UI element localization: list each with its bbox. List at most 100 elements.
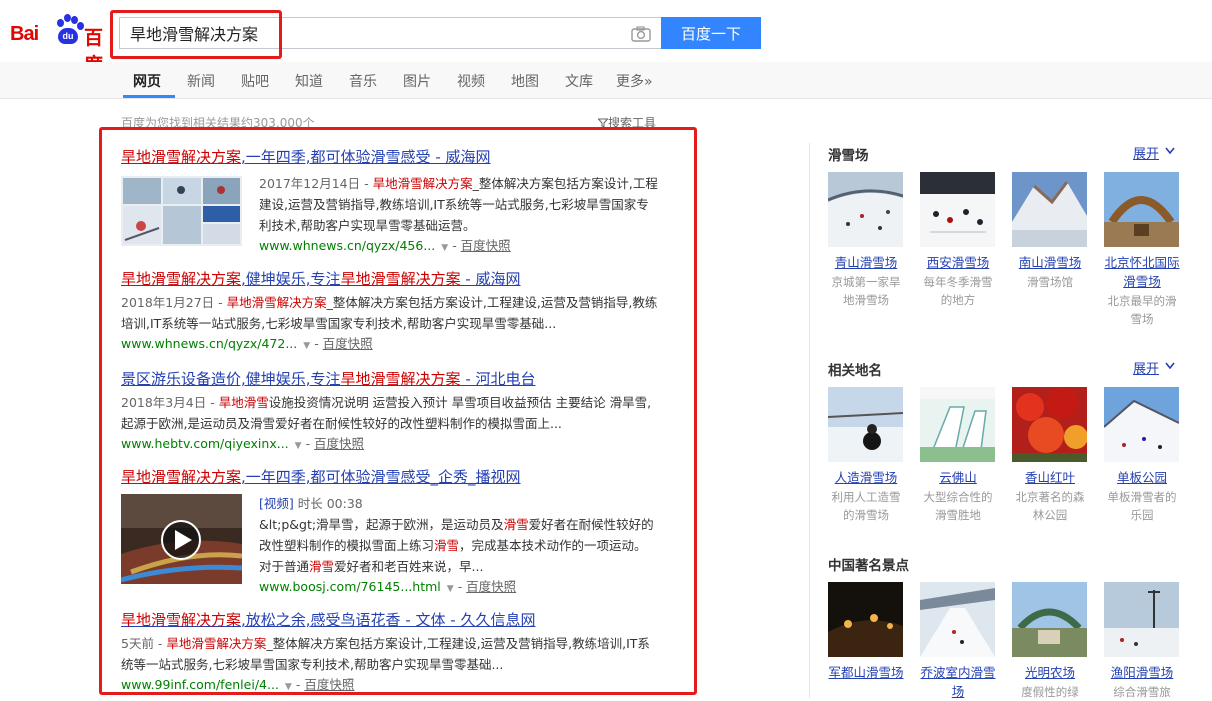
entity-card[interactable]: 云佛山 大型综合性的滑雪胜地 <box>920 387 996 524</box>
header: Bai du 百度 百度一下 <box>0 0 1212 76</box>
card-name[interactable]: 单板公园 <box>1104 468 1180 487</box>
filter-icon <box>597 118 609 128</box>
card-name[interactable]: 军都山滑雪场 <box>828 663 904 682</box>
cache-link[interactable]: 百度快照 <box>323 336 373 351</box>
tab-images[interactable]: 图片 <box>403 71 431 91</box>
chevron-down-icon[interactable] <box>1165 147 1175 155</box>
entity-card[interactable]: 南山滑雪场 滑雪场馆 <box>1012 172 1088 291</box>
expand-link[interactable]: 展开 <box>1133 143 1159 162</box>
result-url[interactable]: www.boosj.com/76145...html <box>259 579 441 594</box>
card-name[interactable]: 南山滑雪场 <box>1012 253 1088 272</box>
card-image[interactable] <box>920 387 995 462</box>
card-name[interactable]: 人造滑雪场 <box>828 468 904 487</box>
card-image[interactable] <box>828 172 903 247</box>
video-thumbnail[interactable] <box>121 494 242 584</box>
card-image[interactable] <box>1104 387 1179 462</box>
chevron-down-icon[interactable]: ▼ <box>303 341 310 351</box>
card-name[interactable]: 云佛山 <box>920 468 996 487</box>
search-input[interactable] <box>130 18 610 48</box>
tab-map[interactable]: 地图 <box>511 71 539 91</box>
card-image[interactable] <box>1012 582 1087 657</box>
tab-web[interactable]: 网页 <box>133 71 161 91</box>
entity-card[interactable]: 北京怀北国际滑雪场 北京最早的滑雪场 <box>1104 172 1180 328</box>
card-name[interactable]: 光明农场 <box>1012 663 1088 682</box>
card-name[interactable]: 北京怀北国际滑雪场 <box>1104 253 1180 291</box>
result-title[interactable]: 旱地滑雪解决方案,一年四季,都可体验滑雪感受_企秀_播视网 <box>121 468 521 486</box>
result-title[interactable]: 景区游乐设备造价,健坤娱乐,专注旱地滑雪解决方案 - 河北电台 <box>121 370 536 388</box>
result-title[interactable]: 旱地滑雪解决方案,健坤娱乐,专注旱地滑雪解决方案 - 威海网 <box>121 270 521 288</box>
result-url-line: www.boosj.com/76145...html ▼ - 百度快照 <box>259 579 517 594</box>
entity-card[interactable]: 光明农场 度假性的绿 <box>1012 582 1088 701</box>
card-desc: 大型综合性的滑雪胜地 <box>923 490 993 522</box>
tab-more[interactable]: 更多» <box>616 71 653 91</box>
result-thumbnail[interactable] <box>121 176 242 246</box>
result-content: [视频] 时长 00:38 &lt;p&gt;滑旱雪，起源于欧洲，是运动员及滑雪… <box>259 493 659 599</box>
result-item: 旱地滑雪解决方案,健坤娱乐,专注旱地滑雪解决方案 - 威海网 2018年1月27… <box>121 268 661 356</box>
section-title-famous-sights: 中国著名景点 <box>828 558 909 574</box>
card-name[interactable]: 西安滑雪场 <box>920 253 996 272</box>
search-button[interactable]: 百度一下 <box>661 17 761 49</box>
entity-card[interactable]: 单板公园 单板滑雪者的乐园 <box>1104 387 1180 524</box>
chevron-down-icon[interactable] <box>1165 362 1175 370</box>
cache-link[interactable]: 百度快照 <box>466 579 516 594</box>
result-url[interactable]: www.hebtv.com/qiyexinx... <box>121 436 289 451</box>
entity-card[interactable]: 乔波室内滑雪场 <box>920 582 996 701</box>
entity-card[interactable]: 青山滑雪场 京城第一家旱地滑雪场 <box>828 172 904 309</box>
result-abstract: 2017年12月14日 - 旱地滑雪解决方案_整体解决方案包括方案设计,工程建设… <box>259 176 658 233</box>
entity-card[interactable]: 渔阳滑雪场 综合滑雪旅 <box>1104 582 1180 701</box>
result-abstract: &lt;p&gt;滑旱雪，起源于欧洲，是运动员及滑雪爱好者在耐候性较好的改性塑料… <box>259 517 654 574</box>
card-name[interactable]: 青山滑雪场 <box>828 253 904 272</box>
entity-card[interactable]: 军都山滑雪场 <box>828 582 904 682</box>
result-count: 百度为您找到相关结果约303,000个 <box>121 116 315 130</box>
entity-card[interactable]: 人造滑雪场 利用人工造雪的滑雪场 <box>828 387 904 524</box>
entity-card[interactable]: 西安滑雪场 每年冬季滑雪的地方 <box>920 172 996 309</box>
chevron-down-icon[interactable]: ▼ <box>285 682 292 692</box>
nav-tabs: 网页 新闻 贴吧 知道 音乐 图片 视频 地图 文库 更多» <box>0 62 1212 99</box>
paw-icon: du <box>52 14 84 46</box>
entity-card[interactable]: 香山红叶 北京著名的森林公园 <box>1012 387 1088 524</box>
result-content: 2017年12月14日 - 旱地滑雪解决方案_整体解决方案包括方案设计,工程建设… <box>259 173 659 258</box>
card-desc: 京城第一家旱地滑雪场 <box>831 275 901 307</box>
result-title[interactable]: 旱地滑雪解决方案,放松之余,感受鸟语花香 - 文体 - 久久信息网 <box>121 611 535 629</box>
tab-video[interactable]: 视频 <box>457 71 485 91</box>
card-image[interactable] <box>1012 387 1087 462</box>
result-item: 旱地滑雪解决方案,放松之余,感受鸟语花香 - 文体 - 久久信息网 5天前 - … <box>121 609 661 697</box>
cache-link[interactable]: 百度快照 <box>461 238 511 253</box>
card-name[interactable]: 渔阳滑雪场 <box>1104 663 1180 682</box>
card-name[interactable]: 乔波室内滑雪场 <box>920 663 996 701</box>
search-tools[interactable]: 搜索工具 <box>597 114 656 131</box>
cache-link[interactable]: 百度快照 <box>314 436 364 451</box>
card-desc: 利用人工造雪的滑雪场 <box>831 490 901 522</box>
cache-link[interactable]: 百度快照 <box>304 677 354 692</box>
chevron-down-icon[interactable]: ▼ <box>295 441 302 451</box>
card-image[interactable] <box>828 387 903 462</box>
card-name[interactable]: 香山红叶 <box>1012 468 1088 487</box>
logo-bai: Bai <box>10 23 39 45</box>
result-url[interactable]: www.99inf.com/fenlei/4... <box>121 677 279 692</box>
card-desc: 滑雪场馆 <box>1027 275 1073 289</box>
card-desc: 北京最早的滑雪场 <box>1107 294 1177 326</box>
card-image[interactable] <box>828 582 903 657</box>
card-image[interactable] <box>1104 172 1179 247</box>
card-image[interactable] <box>920 172 995 247</box>
result-url[interactable]: www.whnews.cn/qyzx/456... <box>259 238 435 253</box>
card-image[interactable] <box>920 582 995 657</box>
camera-icon[interactable] <box>631 26 651 42</box>
card-image[interactable] <box>1104 582 1179 657</box>
chevron-down-icon[interactable]: ▼ <box>441 243 448 253</box>
result-item: 旱地滑雪解决方案,一年四季,都可体验滑雪感受 - 威海网 2017年12月14日… <box>121 146 661 253</box>
tab-tieba[interactable]: 贴吧 <box>241 71 269 91</box>
card-image[interactable] <box>1012 172 1087 247</box>
expand-link[interactable]: 展开 <box>1133 358 1159 377</box>
result-item: 景区游乐设备造价,健坤娱乐,专注旱地滑雪解决方案 - 河北电台 2018年3月4… <box>121 368 661 456</box>
tab-zhidao[interactable]: 知道 <box>295 71 323 91</box>
tab-music[interactable]: 音乐 <box>349 71 377 91</box>
tab-news[interactable]: 新闻 <box>187 71 215 91</box>
chevron-down-icon[interactable]: ▼ <box>447 584 454 594</box>
result-url[interactable]: www.whnews.cn/qyzx/472... <box>121 336 297 351</box>
result-url-line: www.whnews.cn/qyzx/456... ▼ - 百度快照 <box>259 238 511 253</box>
baidu-logo[interactable]: Bai du 百度 <box>10 14 110 76</box>
tab-wenku[interactable]: 文库 <box>565 71 593 91</box>
section-title-related-places: 相关地名 <box>828 363 882 379</box>
result-title[interactable]: 旱地滑雪解决方案,一年四季,都可体验滑雪感受 - 威海网 <box>121 148 491 166</box>
